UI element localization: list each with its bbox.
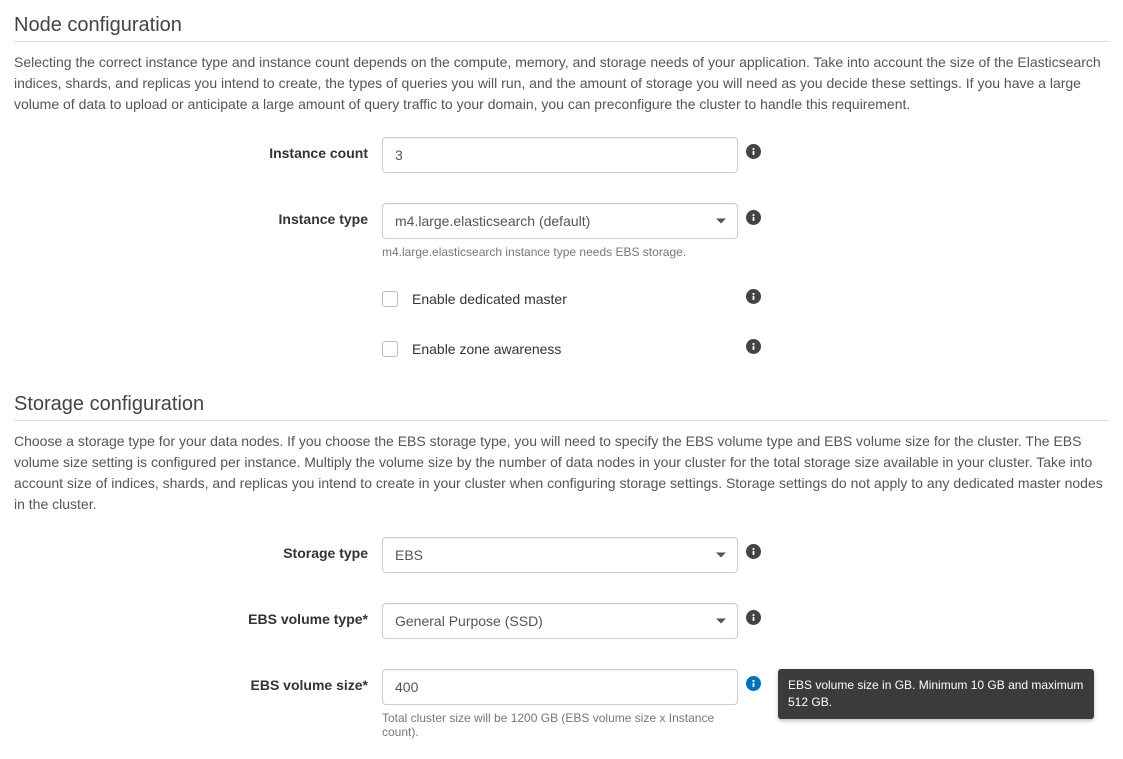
storage-type-value: EBS (395, 547, 423, 563)
instance-type-value: m4.large.elasticsearch (default) (395, 213, 590, 229)
storage-config-form: Storage type EBS EBS volume type* Genera… (14, 527, 1109, 759)
ebs-volume-size-input[interactable] (382, 669, 738, 705)
dedicated-master-label: Enable dedicated master (412, 291, 567, 307)
ebs-volume-type-row: EBS volume type* General Purpose (SSD) (14, 603, 1109, 639)
storage-type-label: Storage type (14, 537, 382, 561)
ebs-volume-size-tooltip: EBS volume size in GB. Minimum 10 GB and… (778, 669, 1094, 719)
ebs-volume-type-select[interactable]: General Purpose (SSD) (382, 603, 738, 639)
zone-awareness-checkbox[interactable] (382, 341, 398, 357)
node-config-description: Selecting the correct instance type and … (14, 42, 1109, 127)
info-icon[interactable] (746, 339, 761, 354)
ebs-volume-type-value: General Purpose (SSD) (395, 613, 543, 629)
dedicated-master-checkbox[interactable] (382, 291, 398, 307)
info-icon[interactable] (746, 610, 761, 625)
storage-type-row: Storage type EBS (14, 537, 1109, 573)
instance-type-label: Instance type (14, 203, 382, 227)
instance-count-input[interactable] (382, 137, 738, 173)
node-config-heading: Node configuration (14, 10, 1109, 42)
info-icon[interactable] (746, 289, 761, 304)
instance-type-select[interactable]: m4.large.elasticsearch (default) (382, 203, 738, 239)
info-icon[interactable] (746, 210, 761, 225)
instance-type-help: m4.large.elasticsearch instance type nee… (382, 245, 738, 259)
info-icon[interactable] (746, 144, 761, 159)
info-icon[interactable] (746, 544, 761, 559)
storage-config-description: Choose a storage type for your data node… (14, 421, 1109, 527)
ebs-volume-type-label: EBS volume type* (14, 603, 382, 627)
zone-awareness-label: Enable zone awareness (412, 341, 561, 357)
info-icon[interactable] (746, 676, 761, 691)
instance-count-row: Instance count (14, 137, 1109, 173)
instance-count-label: Instance count (14, 137, 382, 161)
instance-type-row: Instance type m4.large.elasticsearch (de… (14, 203, 1109, 259)
dedicated-master-row: Enable dedicated master (14, 289, 1109, 309)
ebs-volume-size-label: EBS volume size* (14, 669, 382, 693)
storage-config-heading: Storage configuration (14, 389, 1109, 421)
zone-awareness-row: Enable zone awareness (14, 339, 1109, 359)
ebs-volume-size-help: Total cluster size will be 1200 GB (EBS … (382, 711, 738, 739)
storage-type-select[interactable]: EBS (382, 537, 738, 573)
node-config-form: Instance count Instance type m4.large.el… (14, 127, 1109, 379)
